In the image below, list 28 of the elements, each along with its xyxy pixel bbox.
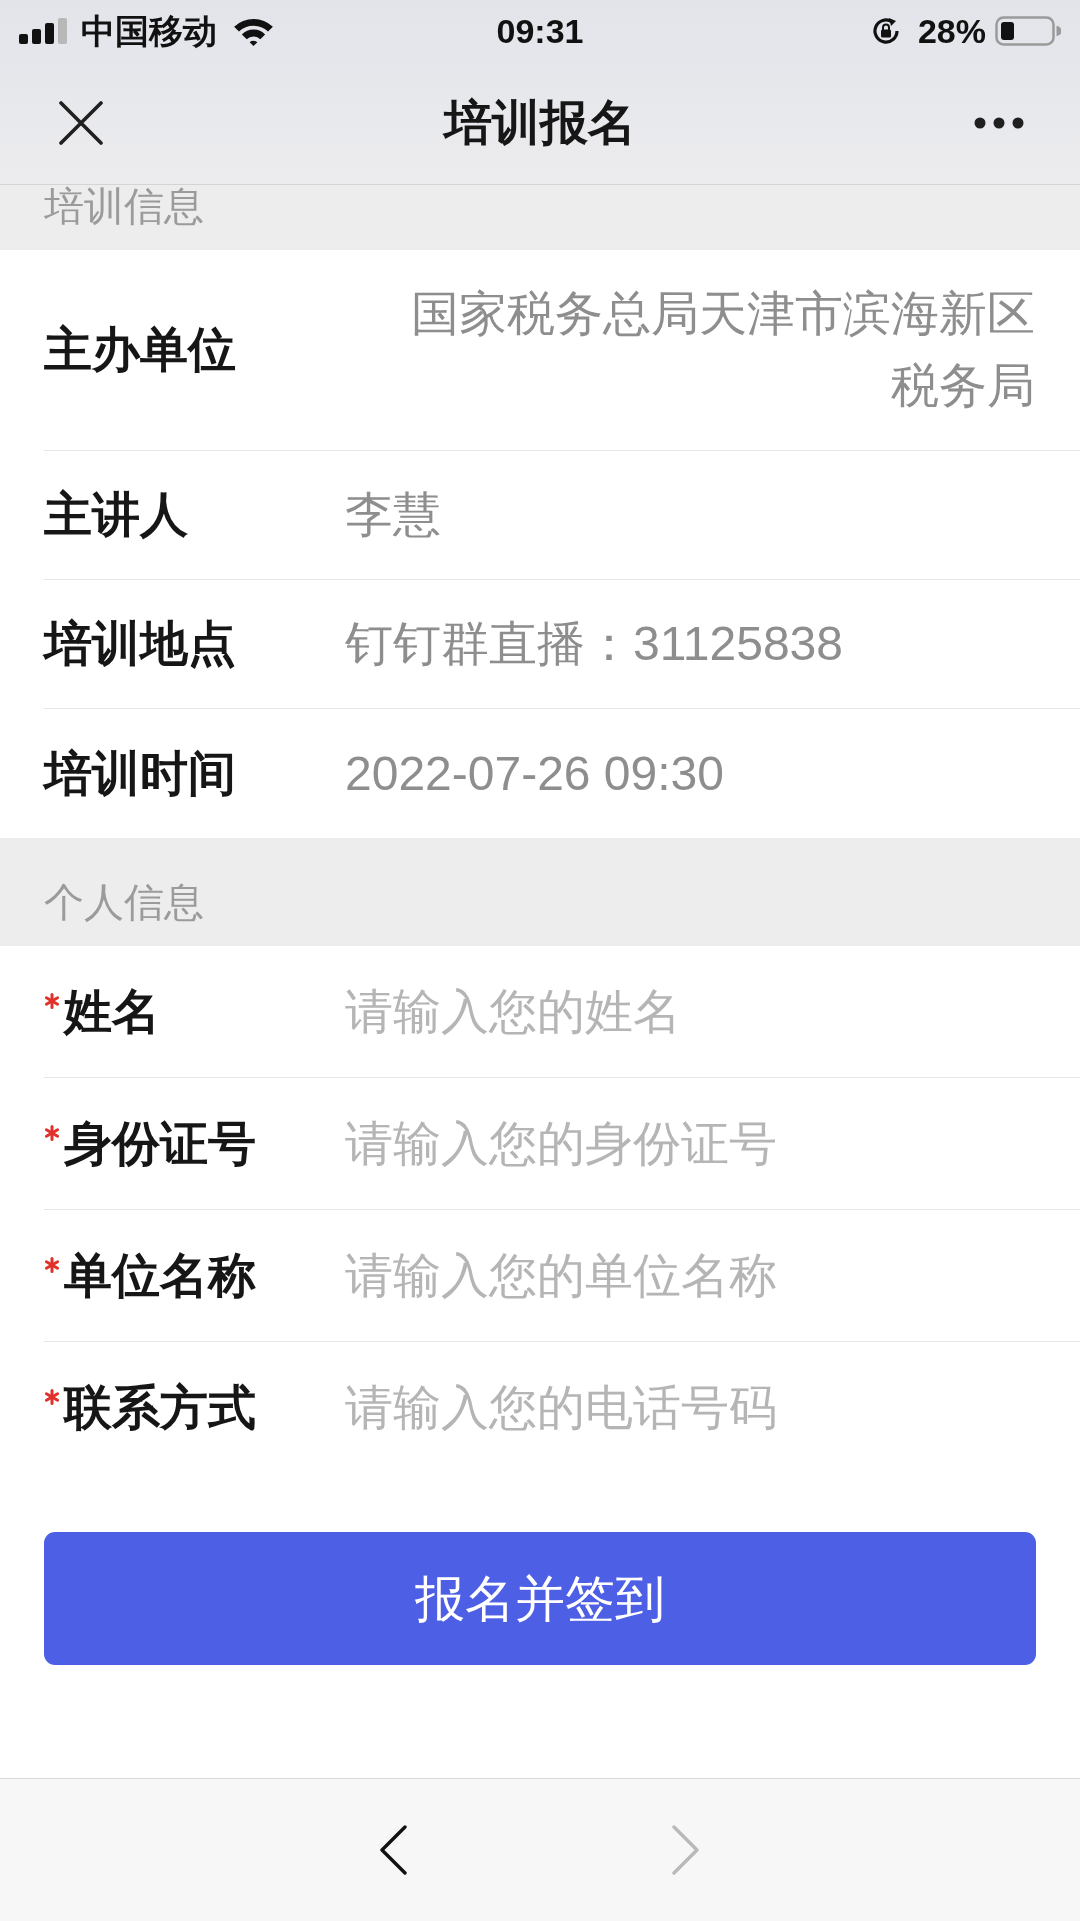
section-title: 个人信息 bbox=[44, 879, 204, 926]
status-time: 09:31 bbox=[496, 11, 584, 51]
signal-icon bbox=[19, 18, 67, 44]
battery-icon bbox=[995, 16, 1061, 46]
field-label: 培训时间 bbox=[44, 745, 237, 802]
field-label: 身份证号 bbox=[64, 1115, 256, 1172]
back-button[interactable] bbox=[379, 1825, 408, 1875]
input-field[interactable]: 请输入您的身份证号 bbox=[345, 1111, 1035, 1176]
section-title: 培训信息 bbox=[44, 185, 204, 230]
field-value: 2022-07-26 09:30 bbox=[345, 745, 724, 802]
input-field[interactable]: 请输入您的姓名 bbox=[345, 979, 1035, 1044]
battery-percent: 28% bbox=[917, 11, 986, 51]
input-field[interactable]: 请输入您的电话号码 bbox=[345, 1376, 1035, 1440]
field-label: 姓名 bbox=[64, 983, 160, 1040]
field-label: 主讲人 bbox=[44, 487, 189, 543]
field-label: 单位名称 bbox=[64, 1247, 256, 1304]
submit-button[interactable]: 报名并签到 bbox=[44, 1532, 1036, 1665]
carrier-name: 中国移动 bbox=[81, 11, 217, 51]
field-label: 培训地点 bbox=[44, 616, 237, 672]
field-value: 李慧 bbox=[345, 487, 441, 543]
field-label: 主办单位 bbox=[44, 322, 237, 378]
close-icon bbox=[59, 101, 103, 145]
input-field[interactable]: 请输入您的单位名称 bbox=[345, 1243, 1035, 1308]
more-icon bbox=[974, 117, 1024, 129]
page-title: 培训报名 bbox=[441, 95, 637, 151]
field-label: 联系方式 bbox=[64, 1380, 256, 1436]
field-value: 国家税务总局天津市滨海新区税务局 bbox=[410, 286, 1035, 414]
field-value: 钉钉群直播：31125838 bbox=[345, 616, 843, 672]
